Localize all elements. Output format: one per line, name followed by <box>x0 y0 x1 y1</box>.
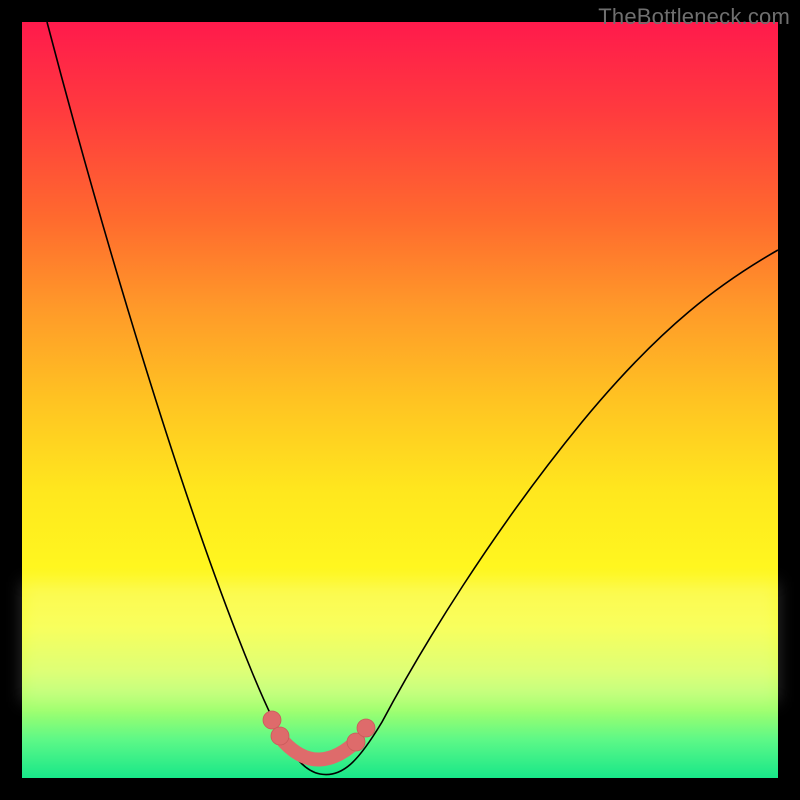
bottleneck-curve-svg <box>22 22 778 778</box>
bottleneck-curve <box>47 22 778 775</box>
marker-dot <box>263 711 281 729</box>
marker-dot <box>271 727 289 745</box>
watermark-text: TheBottleneck.com <box>598 4 790 30</box>
chart-plot-area <box>22 22 778 778</box>
marker-dot <box>357 719 375 737</box>
